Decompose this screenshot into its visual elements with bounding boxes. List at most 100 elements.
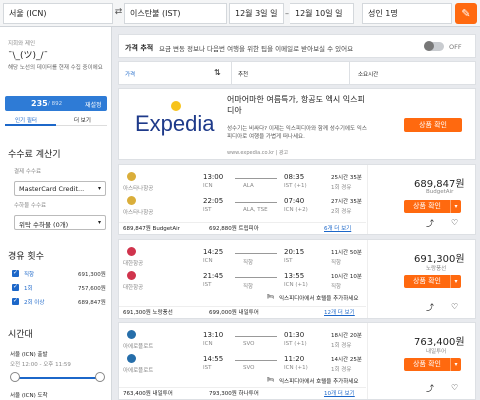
sort-recommended-tab[interactable]: 추천 xyxy=(232,62,350,84)
via-airport: SVO xyxy=(243,341,255,347)
fee-calculator-title: 수수료 계산기 xyxy=(8,150,61,160)
chevron-down-icon: ▾ xyxy=(98,185,102,192)
heart-icon[interactable]: ♡ xyxy=(451,302,458,311)
footer-offer-1[interactable]: 691,300원 노랑풍선 xyxy=(123,308,173,316)
flight-result-card[interactable]: 아에로플로트 13:10 ICN SVO 01:30 IST (+1) 18시간… xyxy=(118,322,476,400)
stops-checkbox[interactable] xyxy=(12,283,19,291)
flight-result-card[interactable]: 아스타나항공 13:00 ICN ALA 08:35 IST (+1) 25시간… xyxy=(118,164,476,235)
depart-date-field[interactable]: 12월 3일 일 xyxy=(229,3,284,24)
sort-duration-tab[interactable]: 소요시간 xyxy=(350,62,476,84)
arr-airport: IST (+1) xyxy=(284,183,307,189)
payment-fee-value: MasterCard Credit... xyxy=(19,185,85,193)
share-icon[interactable]: ⤴ xyxy=(426,218,434,229)
slider-handle-right[interactable] xyxy=(95,372,105,382)
flight-duration: 14시간 25분 xyxy=(331,357,362,363)
flight-leg[interactable]: 아스타나항공 13:00 ICN ALA 08:35 IST (+1) 25시간… xyxy=(119,171,364,195)
dep-time: 14:25 xyxy=(203,248,224,256)
baggage-fee-select[interactable]: 위탁 수하물 (0개) ▾ xyxy=(14,215,106,230)
airline-name: 아에로플로트 xyxy=(123,344,154,350)
vendor: BudgetAir xyxy=(426,189,454,195)
more-offers-link[interactable]: 10개 더 보기 xyxy=(324,389,355,397)
stops-checkbox[interactable] xyxy=(12,297,19,305)
ad-url: www.expedia.co.kr | 광고 xyxy=(227,150,289,156)
flight-duration: 27시간 35분 xyxy=(331,199,362,205)
heart-icon[interactable]: ♡ xyxy=(451,383,458,392)
bed-icon: 🛏 xyxy=(267,294,274,300)
footer-offer-2[interactable]: 793,300원 하나투어 xyxy=(209,389,259,397)
via-airport: ALA xyxy=(243,183,254,189)
time-title: 시간대 xyxy=(8,330,33,340)
flight-leg[interactable]: 아에로플로트 13:10 ICN SVO 01:30 IST (+1) 18시간… xyxy=(119,329,364,353)
check-offer-button[interactable]: 상품 확인 xyxy=(404,200,450,213)
more-offers-link[interactable]: 6개 더 보기 xyxy=(324,224,351,232)
reset-button[interactable]: 재설정 xyxy=(85,100,102,109)
expedia-ad[interactable]: Expedia 어마어마한 여름특가, 항공도 엑시 익스피디아 성수기는 비싸… xyxy=(118,88,476,160)
flight-stops: 1회 경유 xyxy=(331,367,352,373)
hotel-note[interactable]: 익스피디아에서 호텔을 추가하세요 xyxy=(279,294,358,302)
stops-option-price: 691,300원 xyxy=(78,272,106,278)
expedia-logo: Expedia xyxy=(135,111,215,136)
depart-time-slider[interactable] xyxy=(14,377,102,379)
dep-time: 21:45 xyxy=(203,272,224,280)
price-alert-toggle[interactable] xyxy=(424,41,444,51)
chevron-down-icon[interactable]: ▾ xyxy=(450,200,461,213)
chevron-down-icon[interactable]: ▾ xyxy=(450,275,461,288)
ascii-face: ¯\_(ツ)_/¯ xyxy=(8,51,49,61)
chevron-down-icon[interactable]: ▾ xyxy=(450,358,461,371)
result-total: / 892 xyxy=(48,101,63,107)
check-offer-button[interactable]: 상품 확인 xyxy=(404,358,450,371)
heart-icon[interactable]: ♡ xyxy=(451,218,458,227)
dep-airport: IST xyxy=(203,207,212,213)
footer-offer-1[interactable]: 689,847원 BudgetAir xyxy=(123,224,180,232)
stops-option-label: 2회 이상 xyxy=(24,300,45,306)
slider-handle-left[interactable] xyxy=(10,372,20,382)
airline-logo-icon xyxy=(127,354,136,363)
footer-offer-2[interactable]: 692,880원 트립피아 xyxy=(209,224,259,232)
expedia-logo-mark xyxy=(171,101,181,111)
flight-result-card[interactable]: 대한항공 14:25 ICN 직항 20:15 IST 11시간 50분 직항 … xyxy=(118,239,476,319)
flight-stops: 직항 xyxy=(331,260,342,266)
flight-stops: 직항 xyxy=(331,284,342,290)
result-count-bar: 235 / 892 재설정 xyxy=(5,96,107,111)
stops-option-price: 689,847원 xyxy=(78,300,106,306)
ad-check-button[interactable]: 상품 확인 xyxy=(404,118,462,132)
baggage-fee-value: 위탁 수하물 (0개) xyxy=(19,221,69,229)
flight-leg[interactable]: 대한항공 14:25 ICN 직항 20:15 IST 11시간 50분 직항 xyxy=(119,246,364,270)
via-airport: ALA, TSE xyxy=(243,207,268,213)
pencil-icon[interactable]: ✎ xyxy=(455,3,477,24)
return-date-field[interactable]: 12월 10일 일 xyxy=(290,3,354,24)
flight-duration: 10시간 10분 xyxy=(331,274,362,280)
payment-fee-select[interactable]: MasterCard Credit... ▾ xyxy=(14,181,106,196)
arr-airport: ICN (+1) xyxy=(284,282,308,288)
swap-icon[interactable]: ⇄ xyxy=(113,3,124,24)
price: 763,400원 xyxy=(414,337,465,348)
destination-field[interactable]: 이스탄불 (IST) xyxy=(124,3,227,24)
flight-leg[interactable]: 아스타나항공 22:05 IST ALA, TSE 07:40 ICN (+2)… xyxy=(119,195,364,219)
check-offer-button[interactable]: 상품 확인 xyxy=(404,275,450,288)
dep-time: 13:00 xyxy=(203,173,224,181)
stops-checkbox[interactable] xyxy=(12,269,19,277)
passenger-field[interactable]: 성인 1명 xyxy=(362,3,452,24)
bed-icon: 🛏 xyxy=(267,377,274,383)
arr-airport: IST xyxy=(284,258,293,264)
more-offers-link[interactable]: 12개 더 보기 xyxy=(324,308,355,316)
depart-time-range: 오전 12:00 - 오후 11:59 xyxy=(10,362,71,368)
tab-popular-filter[interactable]: 인기 필터 xyxy=(5,114,56,126)
footer-offer-2[interactable]: 699,000원 내일투어 xyxy=(209,308,259,316)
sort-price-tab[interactable]: 가격 ⇅ xyxy=(119,62,232,84)
via-airport: SVO xyxy=(243,365,255,371)
footer-offer-1[interactable]: 763,400원 내일투어 xyxy=(123,389,173,397)
origin-field[interactable]: 서울 (ICN) xyxy=(3,3,113,24)
share-icon[interactable]: ⤴ xyxy=(426,383,434,394)
flight-leg[interactable]: 아에로플로트 14:55 IST SVO 11:20 ICN (+1) 14시간… xyxy=(119,353,364,377)
airline-logo-icon xyxy=(127,247,136,256)
hotel-note[interactable]: 익스피디아에서 호텔을 추가하세요 xyxy=(279,377,358,385)
sort-recommended-label: 추천 xyxy=(238,72,249,78)
share-icon[interactable]: ⤴ xyxy=(426,302,434,313)
flight-leg[interactable]: 대한항공 21:45 IST 직항 13:55 ICN (+1) 10시간 10… xyxy=(119,270,364,294)
dep-airport: ICN xyxy=(203,341,213,347)
tab-more[interactable]: 더 보기 xyxy=(56,114,107,126)
airline-logo-icon xyxy=(127,330,136,339)
filter-sidebar: 지회와 제인 ¯\_(ツ)_/¯ 해당 노선의 데이터를 현재 수집 중이에요 … xyxy=(0,27,112,400)
ad-headline: 어마어마한 여름특가, 항공도 엑시 익스피디아 xyxy=(227,95,365,115)
